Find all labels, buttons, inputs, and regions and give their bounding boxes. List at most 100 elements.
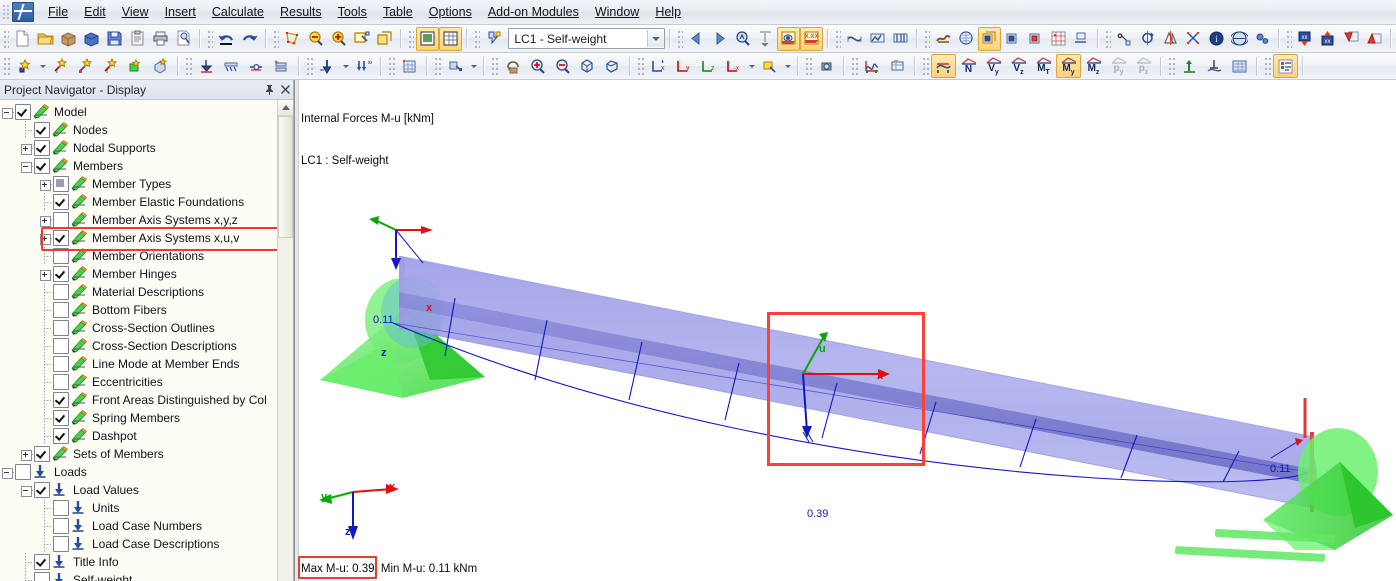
printout-report-button[interactable] [126, 27, 149, 51]
toolbar-grip-7[interactable] [805, 57, 812, 75]
tree-checkbox[interactable] [53, 428, 69, 444]
view-direction-button[interactable] [757, 54, 782, 78]
tree-checkbox[interactable] [15, 104, 31, 120]
tree-checkbox[interactable] [53, 320, 69, 336]
toolbar-grip-3[interactable] [407, 29, 415, 48]
result-table-button[interactable] [885, 54, 910, 78]
next-load-case-button[interactable] [708, 27, 731, 51]
new-node-button[interactable] [12, 54, 37, 78]
toolbar-grip-10[interactable] [1168, 57, 1175, 75]
print-button[interactable] [149, 27, 172, 51]
new-free-load-button[interactable]: xx [351, 54, 376, 78]
toolbar-grip-6[interactable] [637, 57, 644, 75]
display-grid-tables-button[interactable] [439, 26, 463, 51]
new-solid-button[interactable] [148, 54, 173, 78]
new-member-hinge-button[interactable] [244, 54, 269, 78]
max-marker-button[interactable] [1363, 27, 1386, 51]
tree-row-4[interactable]: Member Types [0, 175, 293, 193]
tree-checkbox[interactable] [53, 500, 69, 516]
tree-row-2[interactable]: Nodal Supports [0, 139, 293, 157]
print-picture-button[interactable] [814, 54, 839, 78]
toolbar-grip-9[interactable] [922, 57, 929, 75]
toolbar-grip-8[interactable] [851, 57, 858, 75]
view-in-z-button[interactable]: z [696, 54, 721, 78]
tree-row-1[interactable]: Nodes [0, 121, 293, 139]
support-reactions-button[interactable] [1177, 54, 1202, 78]
menu-table[interactable]: Table [375, 2, 421, 22]
menu-calculate[interactable]: Calculate [204, 2, 272, 22]
new-member-eccentricity-button[interactable] [269, 54, 294, 78]
tree-checkbox[interactable] [34, 482, 50, 498]
save-as-button[interactable] [80, 27, 103, 51]
wireframe-button[interactable] [955, 27, 978, 51]
open-example-button[interactable] [57, 27, 80, 51]
tree-row-22[interactable]: Units [0, 499, 293, 517]
show-result-values-button[interactable]: X.XX [800, 26, 824, 51]
tree-row-16[interactable]: Front Areas Distinguished by Col [0, 391, 293, 409]
navigator-body[interactable]: Model Nodes Nodal Supports Members Member Ty… [0, 100, 293, 581]
navigator-scrollbar[interactable] [277, 100, 293, 581]
new-node-button-dropdown[interactable] [37, 55, 48, 77]
tree-checkbox[interactable] [53, 248, 69, 264]
solid-model-button[interactable] [978, 26, 1002, 51]
tree-checkbox[interactable] [34, 446, 50, 462]
menu-tools[interactable]: Tools [330, 2, 375, 22]
view-in-minus-x-button-dropdown[interactable] [746, 55, 757, 77]
shear-force-vy-button[interactable]: Vy [981, 54, 1006, 78]
result-diagram-sections-button[interactable] [889, 27, 912, 51]
tree-expander-plus-icon[interactable] [38, 175, 52, 193]
scroll-up-icon[interactable] [278, 100, 293, 116]
zoom-window-button[interactable] [304, 27, 327, 51]
min-marker-button[interactable] [1340, 27, 1363, 51]
tree-checkbox[interactable] [53, 410, 69, 426]
toolbar-grip-0[interactable] [3, 57, 10, 75]
zoom-all-button[interactable] [327, 27, 350, 51]
select-objects-button[interactable] [281, 27, 304, 51]
menu-edit[interactable]: Edit [76, 2, 114, 22]
tree-row-8[interactable]: Member Orientations [0, 247, 293, 265]
menu-window[interactable]: Window [587, 2, 647, 22]
bending-moment-mz-button[interactable]: Mz [1081, 54, 1106, 78]
open-file-button[interactable] [34, 27, 57, 51]
max-value-up-button[interactable]: xx [1317, 27, 1340, 51]
save-button[interactable] [103, 27, 126, 51]
tree-expander-plus-icon[interactable] [38, 265, 52, 283]
toolbar-grip-2[interactable] [306, 57, 313, 75]
tree-row-12[interactable]: Cross-Section Outlines [0, 319, 293, 337]
view-in-minus-x-button[interactable]: -x [721, 54, 746, 78]
tree-checkbox[interactable] [53, 194, 69, 210]
menu-results[interactable]: Results [272, 2, 330, 22]
tree-row-19[interactable]: Sets of Members [0, 445, 293, 463]
toolbar-grip-11[interactable] [1264, 57, 1271, 75]
toolbar-grip-2[interactable] [272, 29, 280, 48]
tree-row-5[interactable]: Member Elastic Foundations [0, 193, 293, 211]
tree-expander-plus-icon[interactable] [38, 211, 52, 229]
toolbar-grip-4[interactable] [434, 57, 441, 75]
grid-button[interactable] [1047, 27, 1070, 51]
menu-options[interactable]: Options [421, 2, 480, 22]
torsional-moment-mt-button[interactable]: MT [1031, 54, 1056, 78]
tree-checkbox[interactable] [53, 356, 69, 372]
generate-mesh-button[interactable] [397, 54, 422, 78]
model-viewport[interactable]: Internal Forces M-u [kNm] LC1 : Self-wei… [294, 80, 1396, 581]
scrollbar-thumb[interactable] [278, 116, 293, 238]
tree-row-3[interactable]: Members [0, 157, 293, 175]
result-values-at-nodes-button[interactable] [1202, 54, 1227, 78]
tree-row-25[interactable]: Title Info [0, 553, 293, 571]
deformation-button[interactable] [843, 27, 866, 51]
connect-members-button[interactable] [1182, 27, 1205, 51]
tree-checkbox[interactable] [53, 212, 69, 228]
tree-checkbox[interactable] [34, 554, 50, 570]
tree-checkbox[interactable] [34, 122, 50, 138]
tree-checkbox[interactable] [15, 464, 31, 480]
display-properties-button[interactable] [1273, 54, 1298, 78]
new-surface-button[interactable] [123, 54, 148, 78]
tree-checkbox[interactable] [53, 230, 69, 246]
rotate-button[interactable] [1136, 27, 1159, 51]
shear-force-vz-button[interactable]: Vz [1006, 54, 1031, 78]
load-case-selector-icon[interactable] [482, 27, 505, 51]
tree-row-7[interactable]: Member Axis Systems x,u,v [0, 229, 293, 247]
surface-load-pz-button[interactable]: pz [1131, 54, 1156, 78]
min-value-down-button[interactable]: xx [1294, 27, 1317, 51]
object-selection-button[interactable] [443, 54, 468, 78]
